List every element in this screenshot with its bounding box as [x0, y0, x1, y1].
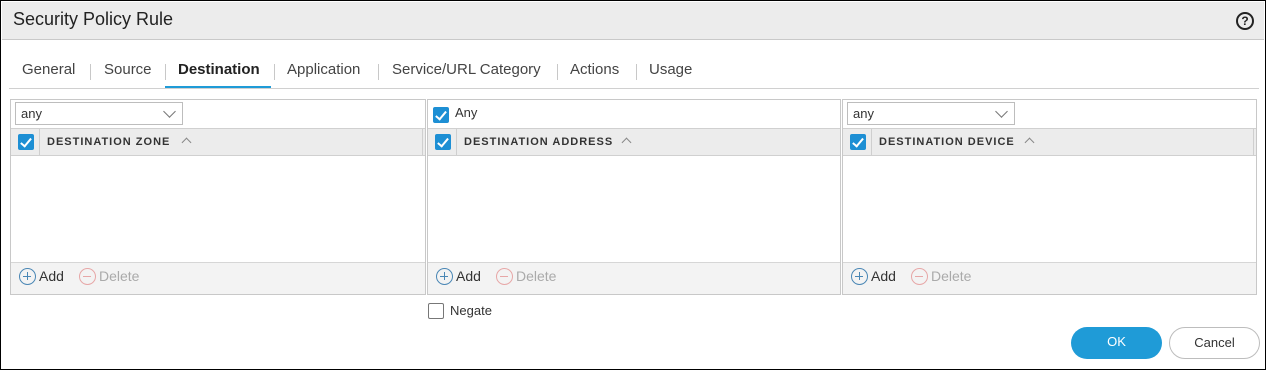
device-list-header: DESTINATION DEVICE — [843, 128, 1256, 156]
column-divider — [422, 129, 423, 155]
zone-column-header[interactable]: DESTINATION ZONE — [47, 136, 170, 148]
device-delete-label: Delete — [931, 268, 972, 284]
tab-actions[interactable]: Actions — [570, 61, 619, 78]
device-select-all-checkbox[interactable] — [850, 134, 866, 150]
add-circle-icon — [436, 268, 453, 285]
tab-separator — [90, 64, 91, 80]
address-select-all-checkbox[interactable] — [435, 134, 451, 150]
tab-usage[interactable]: Usage — [649, 61, 692, 78]
device-select-value: any — [853, 106, 874, 121]
dialog-title: Security Policy Rule — [13, 9, 174, 29]
zone-delete-label: Delete — [99, 268, 140, 284]
active-tab-underline — [165, 86, 271, 88]
security-policy-rule-dialog: Security Policy Rule ? General Source De… — [0, 0, 1266, 370]
address-column-header[interactable]: DESTINATION ADDRESS — [464, 136, 613, 148]
sort-up-icon[interactable] — [621, 137, 632, 148]
remove-circle-icon — [79, 268, 96, 285]
address-delete-label: Delete — [516, 268, 557, 284]
zone-select-all-checkbox[interactable] — [18, 134, 34, 150]
address-add-button[interactable]: Add — [436, 268, 481, 285]
destination-address-panel: Any DESTINATION ADDRESS Add Delete — [427, 99, 841, 295]
ok-button[interactable]: OK — [1071, 327, 1162, 359]
add-circle-icon — [19, 268, 36, 285]
address-any-row: Any — [428, 100, 840, 128]
cancel-button[interactable]: Cancel — [1169, 327, 1260, 359]
device-list-footer: Add Delete — [843, 262, 1256, 294]
chevron-down-icon — [995, 105, 1008, 118]
zone-add-label: Add — [39, 268, 64, 284]
sort-up-icon[interactable] — [181, 137, 192, 148]
device-add-button[interactable]: Add — [851, 268, 896, 285]
negate-checkbox[interactable] — [428, 303, 444, 319]
tab-bar: General Source Destination Application S… — [9, 53, 1259, 89]
zone-select[interactable]: any — [15, 102, 183, 125]
zone-add-button[interactable]: Add — [19, 268, 64, 285]
tab-general[interactable]: General — [22, 61, 75, 78]
zone-select-row: any — [11, 100, 425, 128]
remove-circle-icon — [496, 268, 513, 285]
help-icon[interactable]: ? — [1236, 12, 1254, 30]
tab-separator — [274, 64, 275, 80]
tab-source[interactable]: Source — [104, 61, 152, 78]
dialog-titlebar: Security Policy Rule ? — [2, 2, 1264, 40]
address-any-label: Any — [455, 105, 478, 120]
column-divider — [1253, 129, 1254, 155]
tab-separator — [378, 64, 379, 80]
column-divider — [871, 129, 872, 155]
tab-separator — [165, 64, 166, 80]
tab-destination[interactable]: Destination — [178, 61, 260, 78]
destination-zone-panel: any DESTINATION ZONE Add Delete — [10, 99, 426, 295]
column-divider — [39, 129, 40, 155]
remove-circle-icon — [911, 268, 928, 285]
device-delete-button: Delete — [911, 268, 971, 285]
device-select[interactable]: any — [847, 102, 1015, 125]
zone-list-footer: Add Delete — [11, 262, 425, 294]
zone-delete-button: Delete — [79, 268, 139, 285]
chevron-down-icon — [163, 105, 176, 118]
device-add-label: Add — [871, 268, 896, 284]
column-divider — [456, 129, 457, 155]
address-add-label: Add — [456, 268, 481, 284]
device-select-row: any — [843, 100, 1256, 128]
tab-separator — [636, 64, 637, 80]
tab-application[interactable]: Application — [287, 61, 360, 78]
negate-label: Negate — [450, 303, 492, 318]
tab-separator — [557, 64, 558, 80]
address-list-header: DESTINATION ADDRESS — [428, 128, 840, 156]
zone-list-header: DESTINATION ZONE — [11, 128, 425, 156]
address-delete-button: Delete — [496, 268, 556, 285]
address-list-footer: Add Delete — [428, 262, 840, 294]
sort-up-icon[interactable] — [1024, 137, 1035, 148]
tab-service-url-category[interactable]: Service/URL Category — [392, 61, 541, 78]
zone-select-value: any — [21, 106, 42, 121]
add-circle-icon — [851, 268, 868, 285]
address-any-checkbox[interactable] — [433, 107, 449, 123]
destination-device-panel: any DESTINATION DEVICE Add Delete — [842, 99, 1257, 295]
device-column-header[interactable]: DESTINATION DEVICE — [879, 136, 1015, 148]
